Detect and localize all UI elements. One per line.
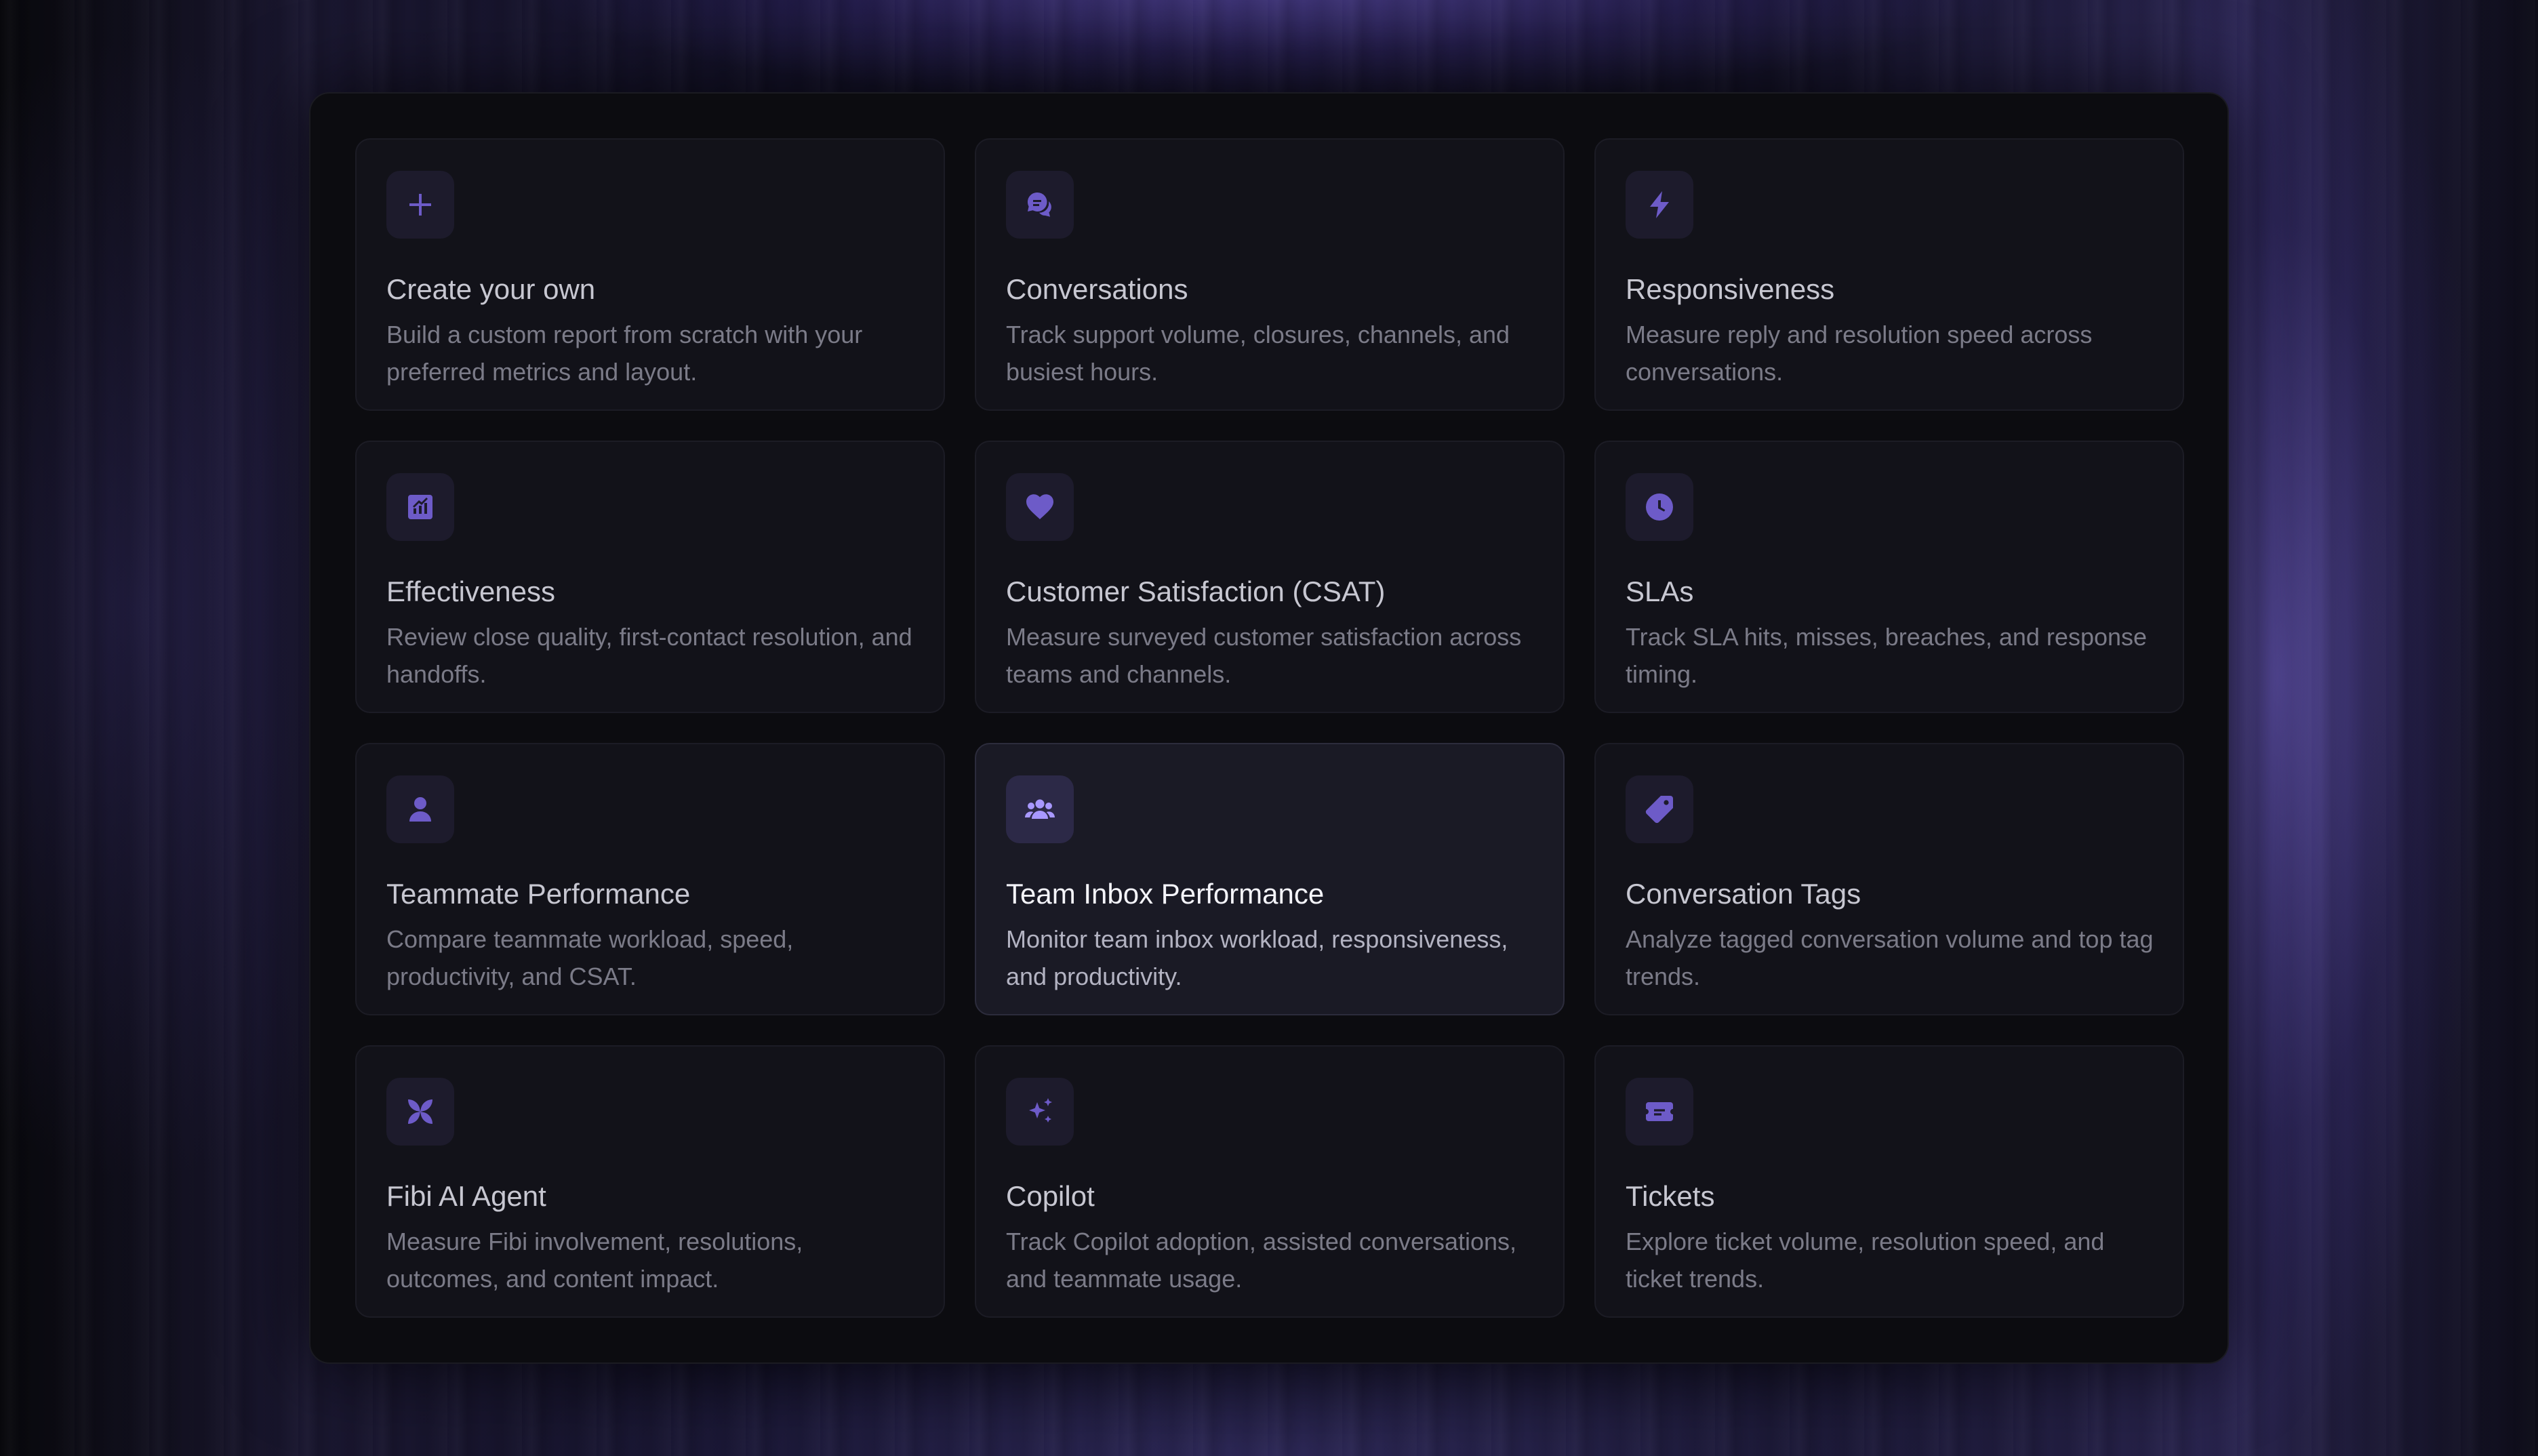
card-title: Conversation Tags (1626, 878, 1861, 910)
plus-icon (409, 194, 431, 216)
card-description: Track support volume, closures, channels… (1006, 321, 1510, 386)
card-title: Responsiveness (1626, 273, 1835, 305)
card-title: Fibi AI Agent (386, 1180, 546, 1212)
card-description: Build a custom report from scratch with … (386, 321, 863, 386)
report-card-team-inbox-performance[interactable]: Team Inbox Performance Monitor team inbo… (975, 743, 1565, 1015)
icon-tile (1006, 775, 1074, 843)
tag-icon (1645, 796, 1673, 824)
lightning-bolt-icon (1650, 191, 1669, 218)
chat-bubbles-icon (1027, 192, 1051, 217)
card-title: Conversations (1006, 273, 1188, 305)
report-card-conversation-tags[interactable]: Conversation Tags Analyze tagged convers… (1594, 743, 2184, 1015)
card-description: Track SLA hits, misses, breaches, and re… (1626, 623, 2148, 688)
card-description: Measure Fibi involvement, resolutions, o… (386, 1228, 803, 1293)
icon-tile (1626, 775, 1693, 843)
card-title: SLAs (1626, 575, 1694, 607)
chart-trend-icon (408, 495, 432, 519)
card-description: Compare teammate workload, speed, produc… (386, 925, 794, 990)
icon-tile (1006, 171, 1074, 239)
report-templates-panel: Create your own Build a custom report fr… (309, 92, 2229, 1364)
icon-tile (1626, 171, 1693, 239)
report-card-tickets[interactable]: Tickets Explore ticket volume, resolutio… (1594, 1045, 2184, 1318)
sparkles-icon (1029, 1098, 1052, 1123)
card-description: Measure reply and resolution speed acros… (1626, 321, 2093, 386)
ticket-icon (1646, 1102, 1673, 1121)
heart-icon (1026, 494, 1053, 519)
report-card-slas[interactable]: SLAs Track SLA hits, misses, breaches, a… (1594, 441, 2184, 713)
report-card-fibi-ai-agent[interactable]: Fibi AI Agent Measure Fibi involvement, … (355, 1045, 945, 1318)
report-card-effectiveness[interactable]: Effectiveness Review close quality, firs… (355, 441, 945, 713)
card-description: Analyze tagged conversation volume and t… (1626, 925, 2154, 990)
report-card-teammate-performance[interactable]: Teammate Performance Compare teammate wo… (355, 743, 945, 1015)
icon-tile (1626, 473, 1693, 541)
card-title: Team Inbox Performance (1006, 878, 1325, 910)
person-icon (409, 797, 431, 822)
card-title: Teammate Performance (386, 878, 691, 910)
report-card-conversations[interactable]: Conversations Track support volume, clos… (975, 138, 1565, 411)
card-title: Tickets (1626, 1180, 1715, 1212)
icon-tile (1006, 473, 1074, 541)
card-description: Monitor team inbox workload, responsiven… (1006, 925, 1508, 990)
card-description: Measure surveyed customer satisfaction a… (1006, 623, 1522, 688)
fibi-logo-icon (408, 1099, 432, 1124)
clock-icon (1646, 493, 1673, 521)
report-card-csat[interactable]: Customer Satisfaction (CSAT) Measure sur… (975, 441, 1565, 713)
team-icon (1025, 799, 1055, 819)
icon-tile (1006, 1078, 1074, 1146)
report-card-responsiveness[interactable]: Responsiveness Measure reply and resolut… (1594, 138, 2184, 411)
card-description: Review close quality, first-contact reso… (386, 623, 912, 688)
card-description: Track Copilot adoption, assisted convers… (1006, 1228, 1517, 1293)
card-title: Customer Satisfaction (CSAT) (1006, 575, 1386, 607)
icon-tile (386, 775, 454, 843)
report-templates-grid: Create your own Build a custom report fr… (355, 138, 2184, 1318)
card-title: Create your own (386, 273, 596, 305)
card-title: Copilot (1006, 1180, 1095, 1212)
icon-tile (386, 1078, 454, 1146)
icon-tile (1626, 1078, 1693, 1146)
card-description: Explore ticket volume, resolution speed,… (1626, 1228, 2105, 1293)
icon-tile (386, 171, 454, 239)
card-title: Effectiveness (386, 575, 556, 607)
icon-tile (386, 473, 454, 541)
report-card-copilot[interactable]: Copilot Track Copilot adoption, assisted… (975, 1045, 1565, 1318)
report-card-create-your-own[interactable]: Create your own Build a custom report fr… (355, 138, 945, 411)
